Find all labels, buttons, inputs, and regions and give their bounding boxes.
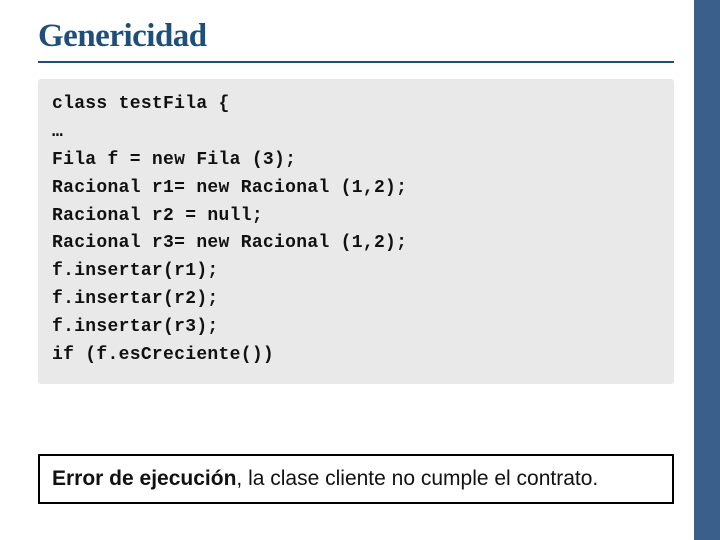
error-box: Error de ejecución, la clase cliente no …: [38, 454, 674, 504]
page-title: Genericidad: [38, 18, 674, 55]
title-rule: [38, 61, 674, 63]
error-bold: Error de ejecución: [52, 467, 236, 490]
code-block: class testFila { … Fila f = new Fila (3)…: [38, 79, 674, 384]
side-stripe: [694, 0, 720, 540]
code-line: Racional r3= new Racional (1,2);: [52, 230, 660, 258]
code-line: …: [52, 119, 660, 147]
code-line: f.insertar(r1);: [52, 258, 660, 286]
code-line: if (f.esCreciente()): [52, 342, 660, 370]
code-line: Fila f = new Fila (3);: [52, 147, 660, 175]
slide: Genericidad class testFila { … Fila f = …: [0, 0, 720, 540]
code-line: Racional r2 = null;: [52, 203, 660, 231]
code-line: f.insertar(r2);: [52, 286, 660, 314]
error-rest: , la clase cliente no cumple el contrato…: [236, 467, 598, 490]
code-line: Racional r1= new Racional (1,2);: [52, 175, 660, 203]
code-line: class testFila {: [52, 91, 660, 119]
code-line: f.insertar(r3);: [52, 314, 660, 342]
